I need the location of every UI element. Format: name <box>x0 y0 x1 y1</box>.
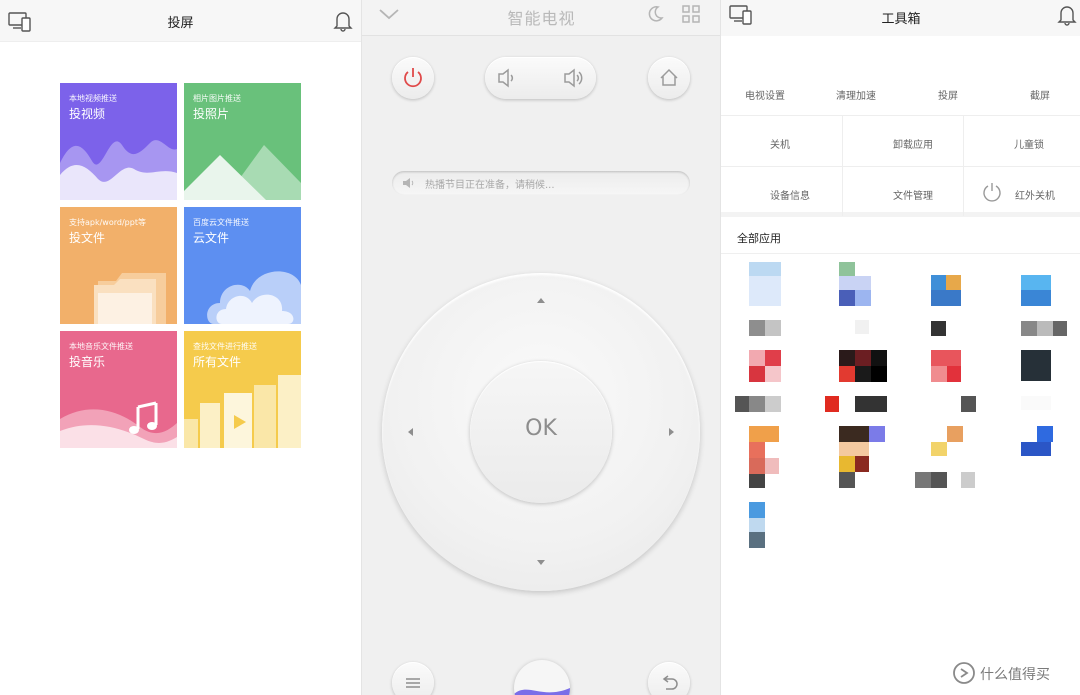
tool-ir-shutdown[interactable]: 红外关机 <box>964 166 1080 216</box>
watermark: 什么值得买 <box>952 661 1077 685</box>
volume-high-icon <box>564 68 583 88</box>
tile-title: 投照片 <box>193 107 230 121</box>
ok-label: OK <box>525 416 557 441</box>
tool-label: 卸载应用 <box>893 140 933 151</box>
tile-file[interactable]: 支持apk/word/ppt等 投文件 <box>60 207 177 324</box>
tool-shutdown[interactable]: 关机 <box>721 116 843 166</box>
power-icon <box>981 181 1003 207</box>
page-title: 工具箱 <box>881 12 921 27</box>
watermark-text: 什么值得买 <box>980 667 1050 683</box>
back-button[interactable] <box>648 662 690 695</box>
ok-button[interactable]: OK <box>470 361 612 503</box>
tile-photo[interactable]: 相片图片推送 投照片 <box>184 83 301 200</box>
tool-label: 文件管理 <box>893 191 933 202</box>
tile-video[interactable]: 本地视频推送 投视频 <box>60 83 177 200</box>
tool-cast[interactable]: 投屏 <box>938 87 958 102</box>
tool-label: 红外关机 <box>1015 191 1055 202</box>
tile-title: 所有文件 <box>193 355 242 369</box>
volume-down-button[interactable] <box>485 57 540 99</box>
cast-header: 投屏 <box>0 0 361 42</box>
tile-subtitle: 本地视频推送 <box>69 94 117 103</box>
bell-icon[interactable] <box>333 10 353 36</box>
voice-button[interactable] <box>514 660 570 695</box>
cast-panel: 投屏 本地视频推送 投视频 相片图片推送 投照片 支持apk/word/ppt等… <box>0 0 361 695</box>
tile-subtitle: 支持apk/word/ppt等 <box>69 218 146 227</box>
tool-uninstall[interactable]: 卸载应用 <box>843 116 964 166</box>
dpad-up-button[interactable] <box>529 288 553 312</box>
tile-subtitle: 百度云文件推送 <box>193 218 249 227</box>
volume-up-button[interactable] <box>541 57 596 99</box>
tool-child-lock[interactable]: 儿童锁 <box>964 116 1080 166</box>
tile-title: 投文件 <box>69 231 106 245</box>
toolbox-panel: 工具箱 电视设置 清理加速 投屏 截屏 关机 卸载应用 儿童锁 设备信息 文件管… <box>720 0 1080 695</box>
tool-screenshot[interactable]: 截屏 <box>1030 87 1050 102</box>
toolbox-header: 工具箱 <box>721 0 1080 36</box>
divider <box>721 253 1080 254</box>
moon-icon[interactable] <box>646 5 664 27</box>
tile-subtitle: 相片图片推送 <box>193 94 241 103</box>
tool-file-manager[interactable]: 文件管理 <box>843 166 964 216</box>
dpad-down-button[interactable] <box>529 550 553 574</box>
menu-button[interactable] <box>392 662 434 695</box>
tool-device-info[interactable]: 设备信息 <box>721 166 843 216</box>
page-title: 投屏 <box>167 16 194 31</box>
remote-panel: 智能电视 热播节目正在准备，请稍候... OK <box>361 0 720 695</box>
power-icon <box>404 68 422 88</box>
tile-title: 投音乐 <box>69 355 106 369</box>
dpad-right-button[interactable] <box>660 420 684 444</box>
grid-icon[interactable] <box>682 5 700 27</box>
direction-pad: OK <box>382 273 700 591</box>
tile-cloud[interactable]: 百度云文件推送 云文件 <box>184 207 301 324</box>
tile-subtitle: 查找文件进行推送 <box>193 342 257 351</box>
tile-title: 云文件 <box>193 231 230 245</box>
arrow-left-icon <box>408 428 413 436</box>
remote-header: 智能电视 <box>362 0 720 36</box>
back-arrow-icon <box>662 675 678 690</box>
arrow-right-icon <box>669 428 674 436</box>
tool-clean-boost[interactable]: 清理加速 <box>836 87 876 102</box>
quick-tools-row: 电视设置 清理加速 投屏 截屏 <box>721 76 1080 108</box>
tool-label: 关机 <box>770 140 790 151</box>
tool-label: 设备信息 <box>770 191 810 202</box>
volume-low-icon <box>498 68 514 88</box>
bell-icon[interactable] <box>1057 4 1077 30</box>
tool-tv-settings[interactable]: 电视设置 <box>745 87 785 102</box>
menu-icon <box>406 678 420 688</box>
tile-all-files[interactable]: 查找文件进行推送 所有文件 <box>184 331 301 448</box>
power-button[interactable] <box>392 57 434 99</box>
speaker-icon <box>403 178 414 188</box>
tile-title: 投视频 <box>69 107 106 121</box>
arrow-down-icon <box>537 560 545 565</box>
ticker-text: 热播节目正在准备，请稍候... <box>425 180 555 191</box>
tile-music[interactable]: 本地音乐文件推送 投音乐 <box>60 331 177 448</box>
voice-wave-icon <box>514 688 570 695</box>
arrow-up-icon <box>537 298 545 303</box>
tool-grid: 关机 卸载应用 儿童锁 设备信息 文件管理 红外关机 <box>721 115 1080 217</box>
page-title: 智能电视 <box>507 9 576 28</box>
tool-label: 儿童锁 <box>1014 140 1044 151</box>
home-icon <box>660 68 678 86</box>
brand-logo-icon <box>953 662 975 684</box>
dpad-left-button[interactable] <box>398 420 422 444</box>
section-title: 全部应用 <box>737 232 781 245</box>
tile-subtitle: 本地音乐文件推送 <box>69 342 133 351</box>
now-playing-ticker: 热播节目正在准备，请稍候... <box>392 171 690 195</box>
home-button[interactable] <box>648 57 690 99</box>
volume-control <box>485 57 596 99</box>
